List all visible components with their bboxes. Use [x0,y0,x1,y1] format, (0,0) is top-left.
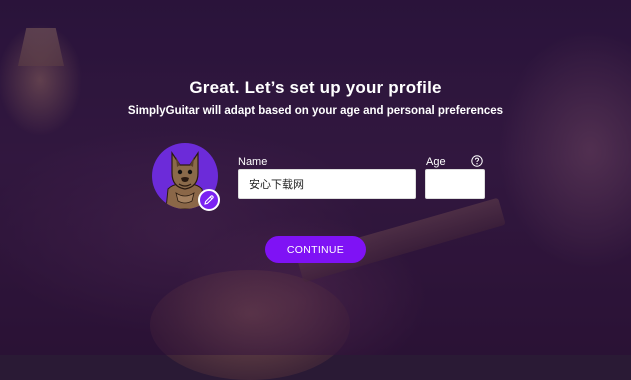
name-field[interactable] [238,169,416,199]
page-subtitle: SimplyGuitar will adapt based on your ag… [127,105,504,117]
age-field[interactable] [425,169,485,199]
continue-button[interactable]: CONTINUE [265,236,366,263]
name-label: Name [238,156,268,168]
page-title: Great. Let’s set up your profile [189,78,442,97]
edit-avatar-button[interactable] [198,189,220,211]
pencil-icon [204,195,214,205]
question-circle-icon[interactable] [471,155,483,167]
profile-setup-panel: Great. Let’s set up your profile SimplyG… [0,0,631,355]
avatar[interactable] [152,143,220,211]
age-label: Age [426,156,446,168]
